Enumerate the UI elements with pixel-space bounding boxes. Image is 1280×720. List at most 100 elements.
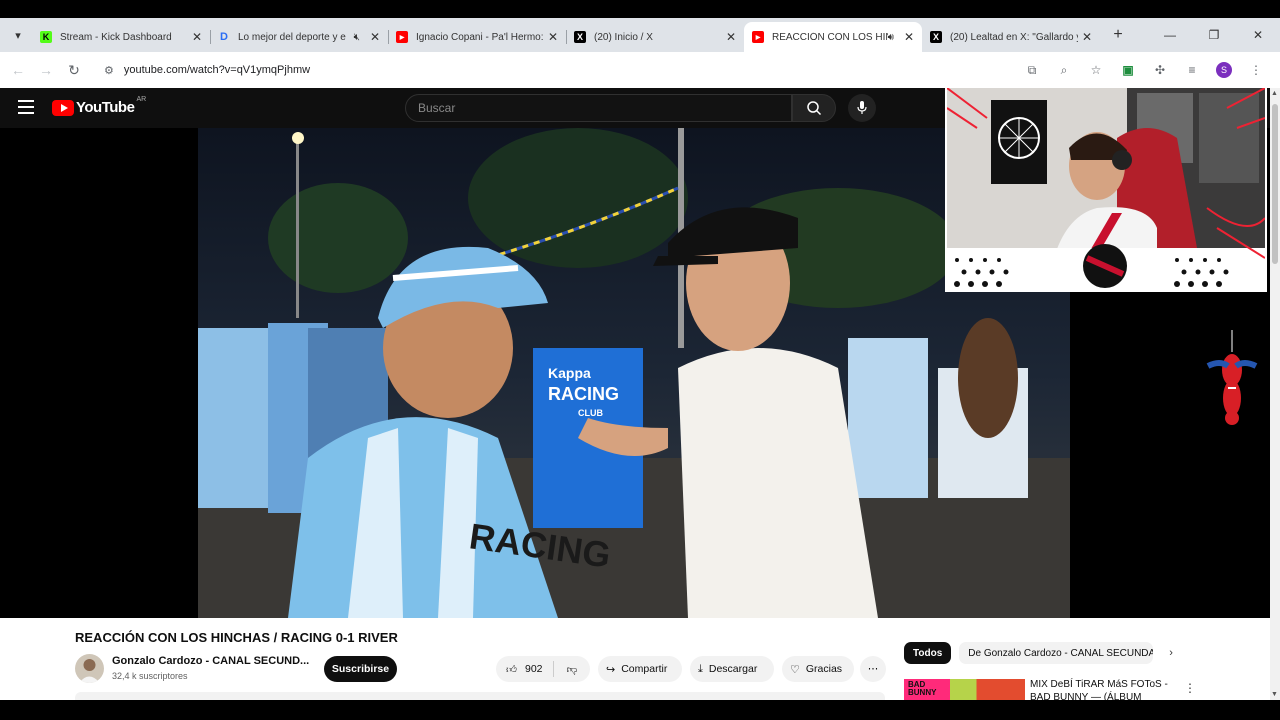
scroll-up-arrow-icon[interactable]: ▲ [1271,90,1278,97]
search-button[interactable] [792,94,836,122]
like-button[interactable]: 👍︎ 902 [496,661,554,677]
x-icon: X [930,31,942,43]
more-actions-button[interactable]: ⋯ [860,656,886,682]
dislike-button[interactable]: 👎︎ [554,663,590,676]
scroll-down-arrow-icon[interactable]: ▼ [1271,691,1278,698]
site-info-icon[interactable]: ⚙ [104,64,114,77]
recommended-thumbnail[interactable]: BAD BUNNY [904,679,1025,700]
speaker-icon[interactable]: 🔊︎ [888,32,894,43]
share-arrow-icon: ↪ [606,663,616,676]
channel-name[interactable]: Gonzalo Cardozo - CANAL SECUND... [112,655,309,667]
extensions-puzzle-icon[interactable]: ✣ [1144,63,1176,77]
cast-icon[interactable]: ⧉ [1016,63,1048,78]
close-icon[interactable]: ✕ [548,30,558,44]
browser-tab-strip: ▾ K Stream - Kick Dashboard ✕ D Lo mejor… [0,18,1280,52]
address-bar[interactable]: ⚙ youtube.com/watch?v=qV1ymqPjhmw [96,56,1096,84]
profile-avatar[interactable]: S [1216,62,1232,78]
bottom-letterbox [0,700,1280,720]
tab-copani[interactable]: ▶ Ignacio Copani - Pa'l Hermo: ✕ [388,22,567,52]
webcam-overlay [945,86,1267,292]
browser-toolbar: ← → ↻ ⚙ youtube.com/watch?v=qV1ymqPjhmw … [0,52,1280,88]
tab-x-inicio[interactable]: X (20) Inicio / X ✕ [566,22,744,52]
search-input[interactable]: Buscar [405,94,792,122]
subscribe-button[interactable]: Suscribirse [324,656,397,682]
share-button[interactable]: ↪ Compartir [598,656,682,682]
chip-channel[interactable]: De Gonzalo Cardozo - CANAL SECUNDARIO [959,642,1154,664]
search-icon [807,101,822,116]
jersey-text-kappa: Kappa [548,365,591,381]
download-icon: ⤓ [698,662,703,675]
jersey-text-club: CLUB [578,408,603,418]
thanks-button[interactable]: ♡ Gracias [782,656,854,682]
toolbar-actions: ⧉ ⌕ ☆ ▣ ✣ ≡ S ⋮ [1016,52,1272,88]
chip-todos[interactable]: Todos [904,642,952,664]
scrollbar-thumb[interactable] [1272,104,1278,264]
close-icon[interactable]: ✕ [370,30,380,44]
recommended-title-line1[interactable]: MIX DeBÍ TiRAR MáS FOToS - [1030,679,1168,690]
close-icon[interactable]: ✕ [726,30,736,44]
thanks-label: Gracias [805,663,843,675]
voice-search-button[interactable] [848,94,876,122]
more-vert-icon[interactable]: ⋮ [1184,681,1196,695]
restore-icon[interactable]: ❐ [1192,28,1236,42]
tab-title: REACCIÓN CON LOS HIN [772,31,888,43]
chevron-right-icon[interactable]: › [1169,647,1173,659]
microphone-icon [857,101,867,114]
muted-speaker-icon[interactable]: 🔇︎ [354,32,360,43]
share-label: Compartir [621,663,668,675]
tab-x-lealtad[interactable]: X (20) Lealtad en X: "Gallardo y ✕ [922,22,1100,52]
thanks-heart-icon: ♡ [790,663,800,676]
tab-reaccion[interactable]: ▶ REACCIÓN CON LOS HIN 🔊︎ ✕ [744,22,922,52]
youtube-wordmark: YouTube [76,99,135,116]
like-dislike-group: 👍︎ 902 👎︎ [496,656,590,682]
tab-kick-dashboard[interactable]: K Stream - Kick Dashboard ✕ [32,22,211,52]
hamburger-menu-icon[interactable] [18,100,34,114]
tab-title: (20) Inicio / X [594,31,653,43]
tab-title: (20) Lealtad en X: "Gallardo y [950,31,1078,43]
minimize-icon[interactable]: — [1148,28,1192,42]
reload-icon[interactable]: ↻ [60,62,88,79]
new-tab-button[interactable]: + [1106,26,1130,44]
country-code: AR [136,96,147,103]
channel-avatar[interactable] [75,654,104,683]
tab-search-button[interactable]: ▾ [4,21,32,49]
dplus-icon: D [220,31,228,43]
tab-title: Stream - Kick Dashboard [60,31,172,43]
window-controls: — ❐ ✕ [1148,18,1280,52]
youtube-play-icon [52,99,74,116]
related-filter-chips: Todos De Gonzalo Cardozo - CANAL SECUNDA… [904,642,1173,664]
video-player[interactable]: Kappa RACING CLUB RACING [198,128,1070,618]
youtube-icon: ▶ [396,31,408,43]
rec-thumb-text-2: BUNNY [908,688,937,697]
video-title: REACCIÓN CON LOS HINCHAS / RACING 0-1 RI… [75,630,398,645]
close-icon[interactable]: ✕ [192,30,202,44]
media-controls-icon[interactable]: ≡ [1176,63,1208,77]
zoom-icon[interactable]: ⌕ [1048,63,1080,78]
download-label: Descargar [708,663,758,675]
webcam-image [947,88,1265,290]
video-info-area: REACCIÓN CON LOS HINCHAS / RACING 0-1 RI… [0,618,1270,703]
bookmark-star-icon[interactable]: ☆ [1080,63,1112,77]
page-scrollbar[interactable]: ▲ ▼ [1270,88,1280,700]
like-count: 902 [524,663,543,675]
tab-title: Lo mejor del deporte y e [238,31,346,43]
youtube-logo[interactable]: YouTube AR [52,96,147,116]
close-window-icon[interactable]: ✕ [1236,28,1280,42]
more-dots-icon: ⋯ [867,663,879,675]
tab-dplus[interactable]: D Lo mejor del deporte y e 🔇︎ ✕ [210,22,389,52]
description-box[interactable] [75,692,885,700]
forward-arrow-icon[interactable]: → [32,62,60,78]
video-frame: Kappa RACING CLUB RACING [198,128,1070,618]
close-icon[interactable]: ✕ [1082,30,1092,44]
close-icon[interactable]: ✕ [904,30,914,44]
screen: ▾ K Stream - Kick Dashboard ✕ D Lo mejor… [0,0,1280,720]
extension-green-icon[interactable]: ▣ [1112,63,1144,77]
thumbs-up-icon: 👍︎ [506,663,517,676]
download-button[interactable]: ⤓ Descargar [690,656,774,682]
browser-menu-icon[interactable]: ⋮ [1240,63,1272,77]
back-arrow-icon[interactable]: ← [4,62,32,78]
x-icon: X [574,31,586,43]
subscriber-count: 32,4 k suscriptores [112,671,188,681]
tab-title: Ignacio Copani - Pa'l Hermo: [416,31,544,43]
youtube-icon: ▶ [752,31,764,43]
